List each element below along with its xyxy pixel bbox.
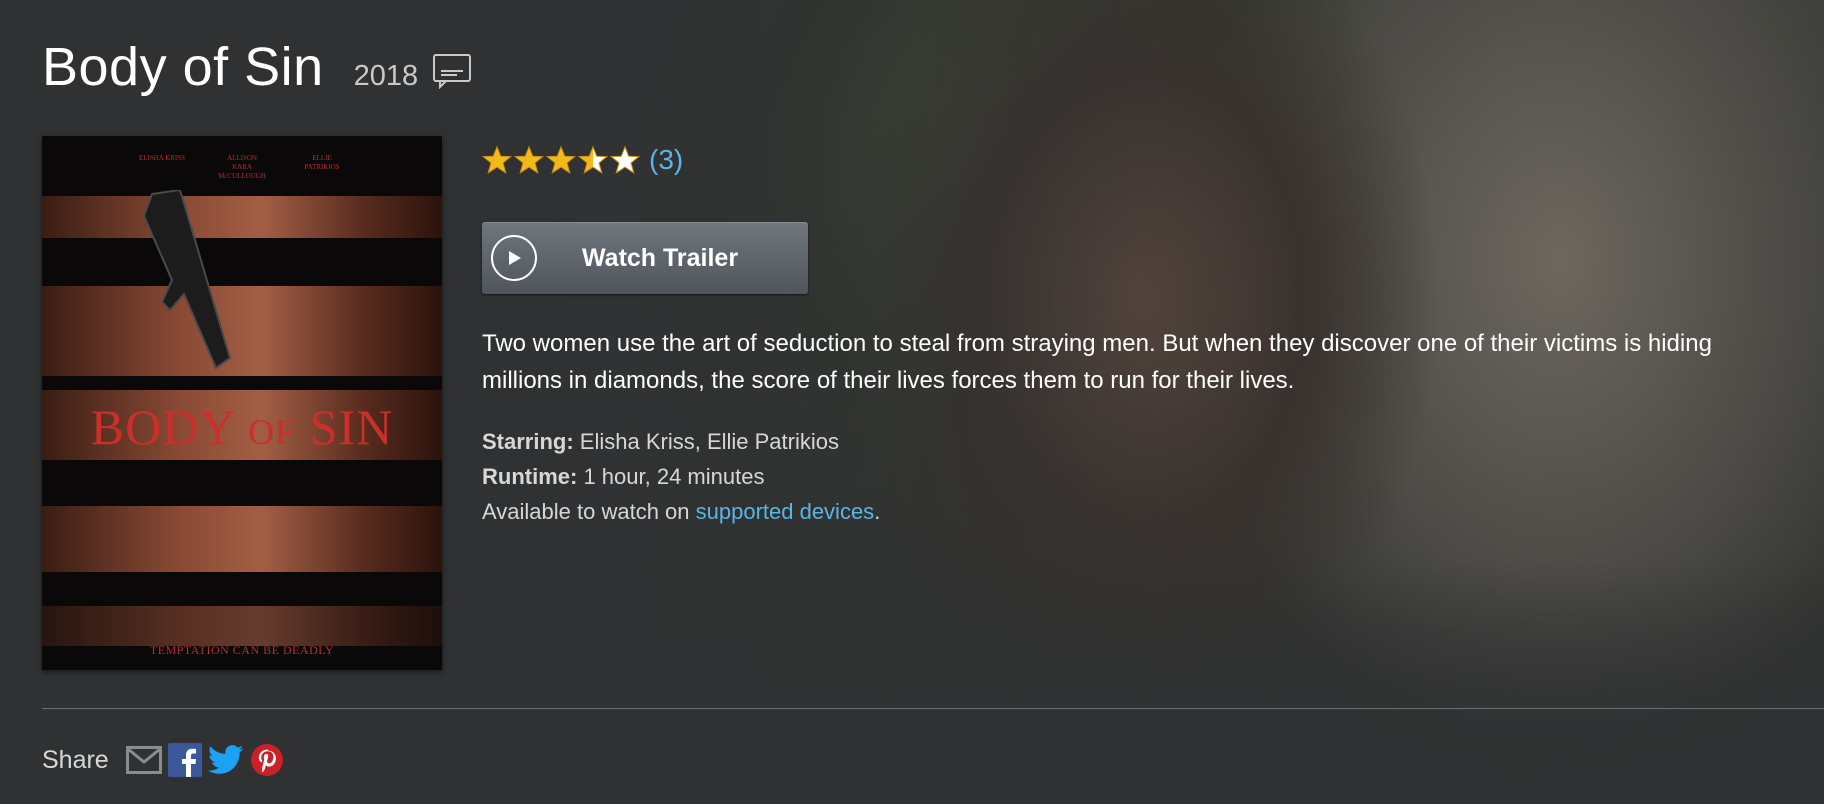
- starring-row: Starring: Elisha Kriss, Ellie Patrikios: [482, 424, 880, 459]
- poster-image-band: [42, 506, 442, 572]
- empty-star-icon: [610, 145, 640, 175]
- movie-poster: ELISHA KRISS ALLISON KARA McCULLOUGH ELL…: [42, 136, 442, 670]
- poster-tagline: TEMPTATION CAN BE DEADLY: [149, 643, 335, 657]
- poster-credits: ELISHA KRISS ALLISON KARA McCULLOUGH ELL…: [42, 154, 442, 181]
- page-title: Body of Sin: [42, 37, 324, 97]
- poster-image-band: [42, 286, 442, 376]
- divider: [42, 708, 1824, 709]
- email-icon[interactable]: [125, 742, 162, 778]
- title-row: Body of Sin 2018: [42, 36, 472, 98]
- watch-trailer-label: Watch Trailer: [582, 243, 739, 272]
- share-label: Share: [42, 745, 109, 774]
- movie-details: Starring: Elisha Kriss, Ellie Patrikios …: [482, 424, 880, 529]
- share-row: Share: [42, 742, 290, 778]
- facebook-icon[interactable]: [167, 742, 203, 778]
- poster-title-word: SIN: [309, 399, 394, 455]
- subtitles-icon: [432, 53, 472, 94]
- poster-title-word: BODY: [90, 399, 235, 455]
- poster-image-band: [42, 196, 442, 238]
- starring-label: Starring:: [482, 429, 574, 454]
- rating-count-link[interactable]: (3): [649, 144, 683, 176]
- poster-credit: ELISHA KRISS: [138, 154, 186, 162]
- pinterest-icon[interactable]: [249, 742, 285, 778]
- customer-rating[interactable]: (3): [482, 144, 683, 176]
- star-icon: [482, 145, 512, 175]
- supported-devices-link[interactable]: supported devices: [696, 499, 875, 524]
- star-icon: [514, 145, 544, 175]
- runtime-label: Runtime:: [482, 464, 578, 489]
- poster-title: BODY OF SIN: [42, 398, 442, 456]
- starring-value: Elisha Kriss, Ellie Patrikios: [573, 429, 839, 454]
- runtime-value: 1 hour, 24 minutes: [577, 464, 765, 489]
- star-rating: [482, 145, 640, 175]
- runtime-row: Runtime: 1 hour, 24 minutes: [482, 459, 880, 494]
- synopsis: Two women use the art of seduction to st…: [482, 330, 1712, 394]
- watch-trailer-button[interactable]: Watch Trailer: [482, 222, 808, 294]
- half-star-icon: [578, 145, 608, 175]
- poster-credit: ALLISON KARA McCULLOUGH: [218, 154, 266, 180]
- star-icon: [546, 145, 576, 175]
- release-year: 2018: [353, 60, 419, 92]
- poster-image-band: [42, 606, 442, 646]
- availability-text: Available to watch on: [482, 499, 696, 524]
- poster-title-word: OF: [248, 412, 297, 452]
- availability-row: Available to watch on supported devices.: [482, 494, 880, 529]
- poster-credit: ELLIE PATRIKIOS: [304, 154, 340, 171]
- twitter-icon[interactable]: [207, 742, 244, 778]
- availability-end: .: [874, 499, 881, 524]
- play-icon: [491, 235, 537, 281]
